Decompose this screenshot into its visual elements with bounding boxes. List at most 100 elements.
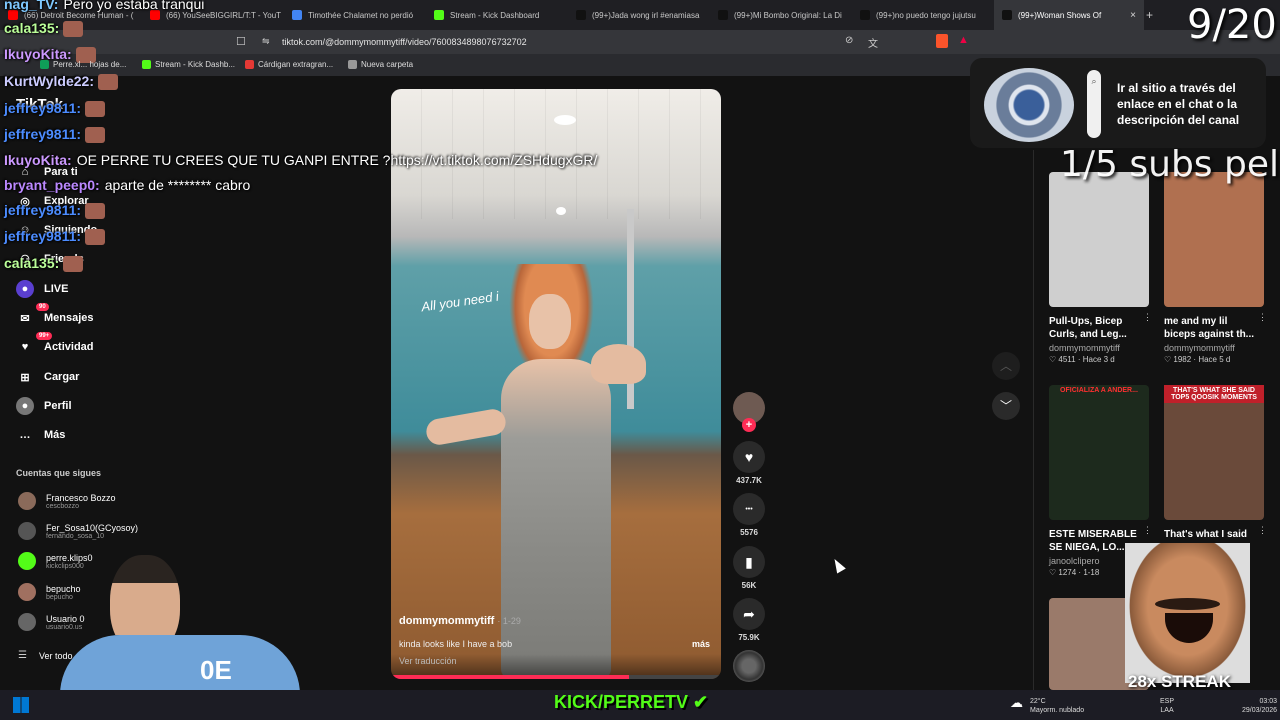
weather-widget[interactable]: 22°C Mayorm. nublado — [1030, 697, 1084, 715]
grid-author[interactable]: dommymommytiff — [1049, 343, 1149, 353]
action-item[interactable]: ▮ 56K — [733, 546, 765, 590]
body — [501, 359, 611, 679]
sidebar-item[interactable]: ♥ Actividad 99+ — [16, 332, 94, 356]
grid-thumbnail[interactable] — [1049, 172, 1149, 307]
chat-message: nag_TV: Pero yo estaba tranqui — [4, 0, 204, 12]
grid-video-card[interactable]: me and my lil biceps against th... dommym… — [1164, 172, 1267, 364]
bookmark-star-icon[interactable]: ☐ — [236, 35, 246, 48]
new-tab-button[interactable]: + — [1146, 8, 1153, 22]
following-item[interactable]: Fer_Sosa10(GCyosoy) fernando_sosa_10 — [18, 522, 138, 540]
translate-icon[interactable]: 文 — [868, 35, 878, 50]
action-item[interactable]: ➦ 75.9K — [733, 598, 765, 642]
chat-username: cala135: — [4, 20, 60, 36]
video-caption: kinda looks like I have a bob — [399, 639, 513, 649]
heart-icon: ♡ — [1164, 355, 1174, 364]
sidebar-item[interactable]: ⊞ Cargar — [16, 368, 79, 386]
avatar — [18, 522, 36, 540]
bookmark-item[interactable]: Perre.xl... hojas de... — [40, 60, 126, 69]
weather-temp: 22°C — [1030, 698, 1046, 705]
emote-icon — [85, 229, 106, 246]
more-button[interactable]: más — [692, 639, 710, 649]
grid-thumbnail[interactable] — [1164, 172, 1264, 307]
chat-text: OE PERRE TU CREES QUE TU GANPI ENTRE ?ht… — [76, 152, 598, 168]
chevron-up-icon[interactable]: ︿ — [992, 352, 1020, 380]
grid-thumbnail[interactable]: OFICIALIZA A ANDER... — [1049, 385, 1149, 520]
chat-username: jeffrey9811: — [4, 100, 82, 116]
music-disc-icon[interactable] — [733, 650, 765, 682]
url-field[interactable]: tiktok.com/@dommymommytiff/video/7600834… — [282, 37, 527, 47]
following-item[interactable]: Francesco Bozzo cescbozzo — [18, 492, 116, 510]
browser-tab[interactable]: (99+)Mi Bombo Original: La Di — [710, 0, 852, 30]
brave-icon[interactable] — [936, 34, 948, 48]
translate-link[interactable]: Ver traducción — [399, 656, 457, 666]
more-options-icon[interactable]: ⋮ — [1143, 312, 1152, 323]
sidebar-item[interactable]: ● Perfil — [16, 397, 72, 415]
grid-title[interactable]: Pull-Ups, Bicep Curls, and Leg... — [1049, 315, 1141, 341]
windows-start-icon[interactable] — [13, 697, 29, 713]
share-icon[interactable]: ➦ — [733, 598, 765, 630]
subs-overlay: 1/5 subs peli — [1060, 144, 1280, 185]
grid-likes: 4511 — [1058, 355, 1076, 364]
following-text: Fer_Sosa10(GCyosoy) fernando_sosa_10 — [46, 523, 138, 540]
emote-icon — [63, 256, 84, 273]
grid-date: Hace 5 d — [1198, 355, 1231, 364]
live-icon: ● — [16, 280, 34, 298]
bookmark-icon — [142, 60, 151, 69]
meme-mustache — [1155, 598, 1220, 610]
video-author-row[interactable]: dommymommytiff · 1-29 — [399, 615, 521, 627]
chat-username: KurtWylde22: — [4, 73, 94, 89]
grid-date: 1-18 — [1083, 568, 1100, 577]
action-count: 437.7K — [736, 476, 762, 485]
sidebar-item[interactable]: ● LIVE — [16, 280, 68, 298]
action-item[interactable]: ••• 5576 — [733, 493, 765, 537]
chat-message: cala135: — [4, 20, 84, 38]
grid-video-card[interactable]: Pull-Ups, Bicep Curls, and Leg... dommymo… — [1049, 172, 1152, 364]
grid-thumbnail[interactable]: THAT'S WHAT SHE SAID TOP5 QOOSIK MOMENTS — [1164, 385, 1264, 520]
grid-title[interactable]: me and my lil biceps against th... — [1164, 315, 1256, 341]
browser-tab[interactable]: (99+)Jada wong irl #enamiasa — [568, 0, 710, 30]
thumbnail-banner: THAT'S WHAT SHE SAID TOP5 QOOSIK MOMENTS — [1164, 385, 1264, 403]
meme-mouth — [1165, 613, 1213, 643]
sidebar-item[interactable]: ✉ Mensajes 90 — [16, 303, 94, 327]
site-info-icon[interactable]: ⇋ — [262, 36, 270, 47]
heart-icon[interactable]: ♥ — [733, 441, 765, 473]
action-item[interactable]: ♥ 437.7K — [733, 441, 765, 485]
lang-secondary: LAA — [1160, 707, 1174, 714]
video-player[interactable]: All you need i dommymommytiff · 1-29 kin… — [391, 89, 721, 679]
progress-bar[interactable] — [391, 675, 721, 679]
browser-tab[interactable]: Timothée Chalamet no perdió — [284, 0, 426, 30]
tab-label: (99+)Mi Bombo Original: La Di — [734, 10, 842, 20]
tab-label: (99+)Jada wong irl #enamiasa — [592, 10, 700, 20]
more-options-icon[interactable]: ⋮ — [1258, 312, 1267, 323]
language-indicator[interactable]: ESP LAA — [1160, 697, 1174, 715]
more-options-icon[interactable]: ⋮ — [1258, 525, 1267, 536]
arm — [424, 407, 508, 447]
grid-title[interactable]: That's what I said — [1164, 528, 1256, 541]
bookmark-item[interactable]: Cárdigan extragran... — [245, 60, 333, 69]
weather-icon[interactable]: ☁ — [1010, 695, 1023, 711]
chevron-down-icon[interactable]: ﹀ — [992, 392, 1020, 420]
chat-text: aparte de ******** cabro — [104, 177, 251, 193]
grid-author[interactable]: dommymommytiff — [1164, 343, 1264, 353]
sidebar-item[interactable]: … Más — [16, 426, 66, 444]
bookmark-item[interactable]: Stream - Kick Dashb... — [142, 60, 235, 69]
tab-favicon-icon — [434, 10, 444, 20]
bookmark-item[interactable]: Nueva carpeta — [348, 60, 413, 69]
extension-icon[interactable]: ⊘ — [845, 35, 853, 46]
bookmark-icon[interactable]: ▮ — [733, 546, 765, 578]
chat-username: jeffrey9811: — [4, 228, 82, 244]
comment-icon[interactable]: ••• — [733, 493, 765, 525]
more-options-icon[interactable]: ⋮ — [1143, 525, 1152, 536]
browser-tab[interactable]: Stream - Kick Dashboard — [426, 0, 568, 30]
bookmark-label: Perre.xl... hojas de... — [53, 60, 127, 69]
close-icon[interactable]: × — [1130, 10, 1136, 21]
follow-plus-icon[interactable]: + — [742, 418, 756, 432]
rewards-icon[interactable]: ▲ — [958, 34, 969, 46]
video-author[interactable]: dommymommytiff — [399, 615, 494, 627]
browser-tab[interactable]: (99+)Woman Shows Of × — [994, 0, 1144, 30]
sidebar-item-label: Actividad — [44, 341, 94, 353]
grid-video-card[interactable]: THAT'S WHAT SHE SAID TOP5 QOOSIK MOMENTS… — [1164, 385, 1267, 541]
browser-tab[interactable]: (99+)no puedo tengo jujutsu — [852, 0, 994, 30]
clock[interactable]: 03:03 29/03/2026 — [1242, 697, 1277, 715]
emote-icon — [85, 127, 106, 144]
